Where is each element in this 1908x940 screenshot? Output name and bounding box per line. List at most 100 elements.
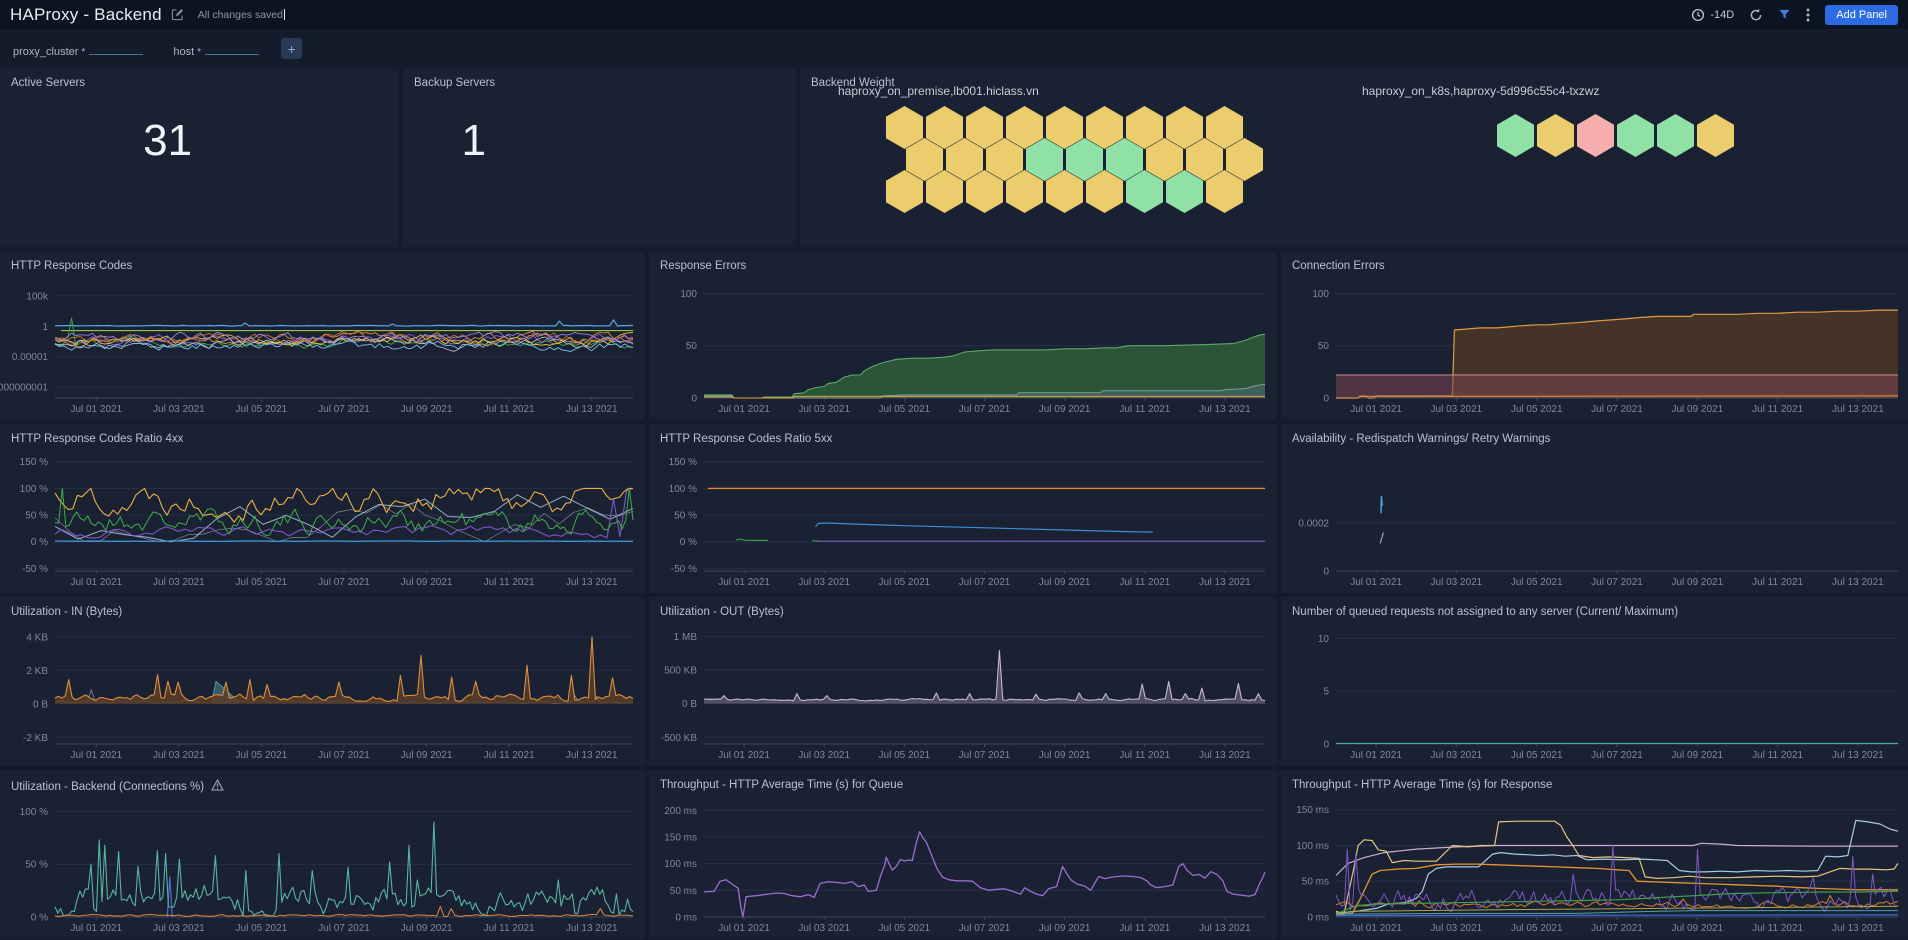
- svg-text:Jul 01 2021: Jul 01 2021: [1350, 923, 1402, 934]
- svg-text:Jul 13 2021: Jul 13 2021: [1832, 750, 1884, 761]
- weight-hexagon[interactable]: [1537, 114, 1574, 157]
- refresh-icon[interactable]: [1749, 8, 1763, 22]
- http-response-codes-chart[interactable]: 100k 1 0.00001 0.0000000001 Jul 01 2021 Jul 0…: [0, 277, 645, 418]
- svg-text:Jul 09 2021: Jul 09 2021: [1039, 577, 1091, 588]
- filter-label: proxy_cluster: [13, 45, 79, 58]
- warning-icon[interactable]: [211, 779, 224, 794]
- svg-text:Jul 01 2021: Jul 01 2021: [718, 577, 770, 588]
- weight-hexagon[interactable]: [1617, 114, 1654, 157]
- svg-text:Jul 13 2021: Jul 13 2021: [1199, 577, 1251, 588]
- svg-text:100 ms: 100 ms: [664, 859, 697, 870]
- svg-text:Jul 05 2021: Jul 05 2021: [1511, 923, 1563, 934]
- svg-text:0 %: 0 %: [31, 537, 48, 548]
- weight-hexagon[interactable]: [1657, 114, 1694, 157]
- proxy-cluster-input[interactable]: [89, 40, 144, 55]
- svg-text:Jul 01 2021: Jul 01 2021: [1350, 750, 1402, 761]
- svg-text:10: 10: [1318, 634, 1330, 645]
- clock-icon: [1691, 8, 1705, 22]
- svg-text:Jul 05 2021: Jul 05 2021: [879, 750, 931, 761]
- svg-text:Jul 11 2021: Jul 11 2021: [1752, 404, 1803, 415]
- svg-text:100: 100: [1312, 289, 1329, 300]
- svg-text:Jul 11 2021: Jul 11 2021: [1752, 923, 1803, 934]
- throughput-queue-chart[interactable]: 200 ms 150 ms 100 ms 50 ms 0 ms Jul 01 2021 Ju…: [649, 796, 1277, 937]
- svg-text:Jul 09 2021: Jul 09 2021: [1039, 404, 1091, 415]
- filter-icon[interactable]: [1778, 8, 1791, 21]
- ratio-4xx-chart[interactable]: 150 % 100 % 50 % 0 % -50 % Jul 01 2021 Jul 03 …: [0, 450, 645, 591]
- svg-text:Jul 01 2021: Jul 01 2021: [1350, 577, 1402, 588]
- svg-text:50 %: 50 %: [674, 511, 697, 522]
- panel-title: Throughput - HTTP Average Time (s) for R…: [1292, 779, 1553, 791]
- panel-title: Throughput - HTTP Average Time (s) for Q…: [660, 779, 904, 791]
- svg-text:Jul 07 2021: Jul 07 2021: [959, 577, 1011, 588]
- utilization-out-chart[interactable]: 1 MB 500 KB 0 B -500 KB Jul 01 2021 Jul 03 20…: [649, 623, 1277, 764]
- panel-ratio-5xx: HTTP Response Codes Ratio 5xx 150 % 100 %…: [649, 424, 1277, 593]
- svg-text:Jul 09 2021: Jul 09 2021: [1039, 750, 1091, 761]
- svg-text:Jul 09 2021: Jul 09 2021: [1671, 923, 1723, 934]
- svg-text:Jul 09 2021: Jul 09 2021: [1671, 404, 1723, 415]
- svg-text:500 KB: 500 KB: [664, 666, 697, 677]
- panel-backup-servers: Backup Servers 1: [403, 68, 796, 247]
- availability-chart[interactable]: 0.0002 0 Jul 01 2021 Jul 03 2021 Jul 05 2021…: [1281, 450, 1908, 591]
- utilization-backend-chart[interactable]: 100 % 50 % 0 % Jul 01 2021 Jul 03 2021 Jul 05…: [0, 796, 645, 937]
- svg-text:100k: 100k: [26, 291, 49, 302]
- time-range-control[interactable]: -14D: [1691, 8, 1734, 22]
- panel-ratio-4xx: HTTP Response Codes Ratio 4xx 150 % 100 %…: [0, 424, 645, 593]
- throughput-response-chart[interactable]: 150 ms 100 ms 50 ms 0 ms Jul 01 2021 Jul 03 2…: [1281, 796, 1908, 937]
- weight-hexagon[interactable]: [1577, 114, 1614, 157]
- svg-text:Jul 05 2021: Jul 05 2021: [236, 923, 288, 934]
- svg-text:2 KB: 2 KB: [26, 666, 48, 677]
- weight-group-k8s: haproxy_on_k8s,haproxy-5d996c55c4-txzwz: [1362, 84, 1737, 157]
- utilization-in-chart[interactable]: 4 KB 2 KB 0 B -2 KB Jul 01 2021 Jul 03 2021 Ju…: [0, 623, 645, 764]
- svg-text:Jul 13 2021: Jul 13 2021: [566, 750, 618, 761]
- svg-text:0 ms: 0 ms: [1307, 913, 1329, 924]
- svg-text:100 %: 100 %: [20, 484, 48, 495]
- svg-text:Jul 11 2021: Jul 11 2021: [484, 577, 535, 588]
- svg-text:100: 100: [680, 289, 697, 300]
- svg-text:Jul 13 2021: Jul 13 2021: [1832, 577, 1884, 588]
- dashboard-grid: Active Servers 31 Backup Servers 1 Backe…: [0, 68, 1908, 939]
- weight-group-label: haproxy_on_premise,lb001.hiclass.vn: [838, 84, 1039, 98]
- svg-text:0: 0: [1323, 740, 1329, 751]
- svg-text:Jul 07 2021: Jul 07 2021: [1591, 923, 1643, 934]
- svg-text:Jul 05 2021: Jul 05 2021: [1511, 404, 1563, 415]
- svg-text:Jul 11 2021: Jul 11 2021: [1119, 750, 1170, 761]
- response-errors-chart[interactable]: 100 50 0 Jul 01 2021 Jul 03 2021 Jul 05 2021 J…: [649, 277, 1277, 418]
- queued-requests-chart[interactable]: 10 5 0 Jul 01 2021 Jul 03 2021 Jul 05 2021 Jul…: [1281, 623, 1908, 764]
- add-panel-button[interactable]: Add Panel: [1825, 4, 1898, 25]
- svg-text:Jul 01 2021: Jul 01 2021: [718, 923, 770, 934]
- connection-errors-chart[interactable]: 100 50 0 Jul 01 2021 Jul 03 2021 Jul 05 2021 J…: [1281, 277, 1908, 418]
- panel-title: Utilization - OUT (Bytes): [660, 606, 784, 618]
- svg-text:Jul 07 2021: Jul 07 2021: [1591, 404, 1643, 415]
- panel-utilization-out: Utilization - OUT (Bytes) 1 MB 500 KB 0 B -…: [649, 597, 1277, 766]
- svg-text:Jul 07 2021: Jul 07 2021: [1591, 577, 1643, 588]
- svg-text:Jul 11 2021: Jul 11 2021: [1119, 404, 1170, 415]
- svg-text:Jul 11 2021: Jul 11 2021: [484, 750, 535, 761]
- ratio-5xx-chart[interactable]: 150 % 100 % 50 % 0 % -50 % Jul 01 2021 Jul 03 …: [649, 450, 1277, 591]
- panel-title: HTTP Response Codes: [11, 260, 133, 272]
- svg-text:Jul 11 2021: Jul 11 2021: [1752, 577, 1803, 588]
- time-range-label: -14D: [1710, 8, 1735, 21]
- kebab-menu-icon[interactable]: [1806, 8, 1810, 22]
- svg-text:Jul 09 2021: Jul 09 2021: [1671, 750, 1723, 761]
- svg-text:Jul 03 2021: Jul 03 2021: [153, 750, 205, 761]
- svg-text:100 ms: 100 ms: [1296, 841, 1329, 852]
- filter-proxy-cluster: proxy_cluster *: [13, 40, 144, 58]
- panel-throughput-response: Throughput - HTTP Average Time (s) for R…: [1281, 770, 1908, 939]
- svg-text:Jul 05 2021: Jul 05 2021: [236, 404, 288, 415]
- host-input[interactable]: [205, 40, 260, 55]
- svg-text:50 ms: 50 ms: [670, 886, 697, 897]
- filter-bar: proxy_cluster * host * +: [0, 29, 1908, 68]
- edit-title-icon[interactable]: [171, 8, 184, 21]
- svg-text:Jul 03 2021: Jul 03 2021: [153, 577, 205, 588]
- svg-text:150 ms: 150 ms: [664, 833, 697, 844]
- svg-text:Jul 13 2021: Jul 13 2021: [1832, 923, 1884, 934]
- svg-text:Jul 09 2021: Jul 09 2021: [1039, 923, 1091, 934]
- add-filter-button[interactable]: +: [281, 38, 303, 59]
- panel-http-response-codes: HTTP Response Codes 100k 1 0.00001 0.000000…: [0, 251, 645, 420]
- weight-hexagon[interactable]: [1497, 114, 1534, 157]
- panel-title: HTTP Response Codes Ratio 5xx: [660, 433, 833, 445]
- panel-title: Number of queued requests not assigned t…: [1292, 606, 1679, 618]
- weight-hexagon[interactable]: [1697, 114, 1734, 157]
- save-status: All changes saved: [198, 9, 286, 21]
- svg-text:Jul 05 2021: Jul 05 2021: [1511, 577, 1563, 588]
